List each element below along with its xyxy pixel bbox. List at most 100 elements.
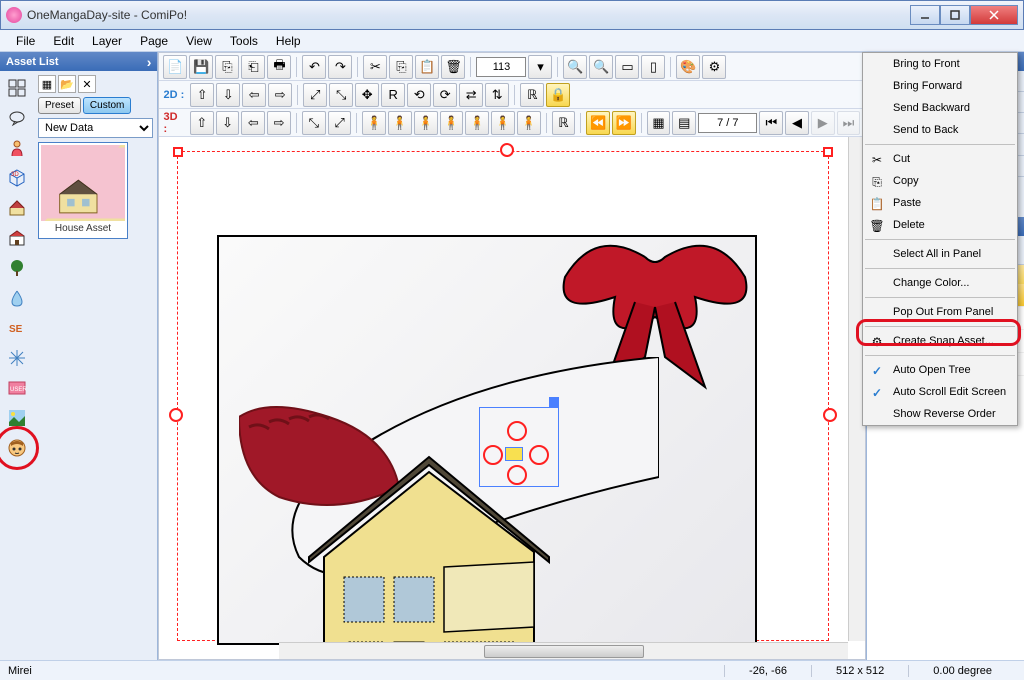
page-next-icon[interactable]: ▶ <box>811 111 835 135</box>
preset-button[interactable]: Preset <box>38 97 81 114</box>
print-icon[interactable]: 🖶 <box>267 55 291 79</box>
category-3d-icon[interactable]: 3D <box>4 165 30 191</box>
ctx-pop-out[interactable]: Pop Out From Panel <box>863 301 1017 323</box>
horizontal-scrollbar[interactable] <box>279 642 847 659</box>
pose1-icon[interactable]: 🧍 <box>362 111 386 135</box>
anim-next-icon[interactable]: ⏩ <box>612 111 636 135</box>
redo-icon[interactable]: ↷ <box>328 55 352 79</box>
ctx-copy[interactable]: ⎘Copy <box>863 170 1017 192</box>
zoom-in-icon[interactable]: 🔍 <box>589 55 613 79</box>
page-grid-icon[interactable]: ▦ <box>647 111 671 135</box>
ctx-create-snap-asset[interactable]: ⚙Create Snap Asset... <box>863 330 1017 352</box>
settings-icon[interactable]: ⚙ <box>702 55 726 79</box>
menu-page[interactable]: Page <box>132 32 176 50</box>
new-icon[interactable]: 📄 <box>163 55 187 79</box>
ctx-bring-forward[interactable]: Bring Forward <box>863 75 1017 97</box>
category-tree-icon[interactable] <box>4 255 30 281</box>
minimize-button[interactable] <box>910 5 940 25</box>
category-bg-icon[interactable] <box>4 405 30 431</box>
move-icon[interactable]: ✥ <box>355 83 379 107</box>
asset-delete-icon[interactable]: ✕ <box>78 75 96 93</box>
scale-up-icon[interactable]: ⤢ <box>303 83 327 107</box>
ctx-auto-scroll[interactable]: ✓Auto Scroll Edit Screen <box>863 381 1017 403</box>
page-first-icon[interactable]: ⏮ <box>759 111 783 135</box>
paste-icon[interactable]: 📋 <box>415 55 439 79</box>
page-prev-icon[interactable]: ◀ <box>785 111 809 135</box>
cut-icon[interactable]: ✂ <box>363 55 387 79</box>
menu-edit[interactable]: Edit <box>45 32 82 50</box>
custom-button[interactable]: Custom <box>83 97 131 114</box>
category-house-icon[interactable] <box>4 195 30 221</box>
category-balloon-icon[interactable] <box>4 105 30 131</box>
asset-folder-icon[interactable]: 📂 <box>58 75 76 93</box>
arrow-left-icon[interactable]: ⇦ <box>242 83 266 107</box>
sel-mid-right[interactable] <box>823 408 837 422</box>
flip-v-icon[interactable]: ⇅ <box>485 83 509 107</box>
maximize-button[interactable] <box>940 5 970 25</box>
export-icon[interactable]: ⎘ <box>215 55 239 79</box>
close-button[interactable] <box>970 5 1018 25</box>
category-water-icon[interactable] <box>4 285 30 311</box>
ctx-send-to-back[interactable]: Send to Back <box>863 119 1017 141</box>
3d-down-icon[interactable]: ⇩ <box>216 111 240 135</box>
3d-zoom-in-icon[interactable]: ⤡ <box>302 111 326 135</box>
category-panel-icon[interactable] <box>4 75 30 101</box>
layer-r-icon[interactable]: ℝ <box>520 83 544 107</box>
fit-icon[interactable]: ▭ <box>615 55 639 79</box>
page-last-icon[interactable]: ⏭ <box>837 111 861 135</box>
3d-right-icon[interactable]: ⇨ <box>267 111 291 135</box>
undo-icon[interactable]: ↶ <box>302 55 326 79</box>
ctx-delete[interactable]: 🗑Delete <box>863 214 1017 236</box>
arrow-right-icon[interactable]: ⇨ <box>268 83 292 107</box>
category-user-icon[interactable]: USER <box>4 375 30 401</box>
category-se-icon[interactable]: SE <box>4 315 30 341</box>
rotate-ccw-icon[interactable]: ⟲ <box>407 83 431 107</box>
category-building-icon[interactable] <box>4 225 30 251</box>
zoom-out-icon[interactable]: 🔍 <box>563 55 587 79</box>
zoom-dropdown-icon[interactable]: ▾ <box>528 55 552 79</box>
sel-handle-tr[interactable] <box>823 147 833 157</box>
page-add-icon[interactable]: ▤ <box>672 111 696 135</box>
3d-zoom-out-icon[interactable]: ⤢ <box>328 111 352 135</box>
pose5-icon[interactable]: 🧍 <box>465 111 489 135</box>
arrow-up-icon[interactable]: ⇧ <box>190 83 214 107</box>
color-icon[interactable]: 🎨 <box>676 55 700 79</box>
category-face-icon[interactable] <box>4 435 30 461</box>
3d-up-icon[interactable]: ⇧ <box>190 111 214 135</box>
ctx-auto-open-tree[interactable]: ✓Auto Open Tree <box>863 359 1017 381</box>
pose6-icon[interactable]: 🧍 <box>491 111 515 135</box>
category-character-icon[interactable] <box>4 135 30 161</box>
asset-data-dropdown[interactable]: New Data <box>38 118 153 138</box>
menu-view[interactable]: View <box>178 32 220 50</box>
flip-h-icon[interactable]: ⇄ <box>459 83 483 107</box>
ctx-send-backward[interactable]: Send Backward <box>863 97 1017 119</box>
pose7-icon[interactable]: 🧍 <box>517 111 541 135</box>
pose4-icon[interactable]: 🧍 <box>440 111 464 135</box>
pose2-icon[interactable]: 🧍 <box>388 111 412 135</box>
rotate-cw-icon[interactable]: ⟳ <box>433 83 457 107</box>
inner-sel-handle[interactable] <box>549 397 559 407</box>
panel-collapse-icon[interactable]: › <box>147 54 152 70</box>
anim-prev-icon[interactable]: ⏪ <box>586 111 610 135</box>
3d-left-icon[interactable]: ⇦ <box>241 111 265 135</box>
canvas-viewport[interactable] <box>159 137 864 659</box>
inner-selection-center[interactable] <box>505 447 523 461</box>
ctx-reverse-order[interactable]: Show Reverse Order <box>863 403 1017 425</box>
trash-icon[interactable]: 🗑 <box>441 55 465 79</box>
ctx-change-color[interactable]: Change Color... <box>863 272 1017 294</box>
sel-handle-tl[interactable] <box>173 147 183 157</box>
reset-icon[interactable]: R <box>381 83 405 107</box>
ctx-bring-to-front[interactable]: Bring to Front <box>863 53 1017 75</box>
asset-thumbnail[interactable]: House Asset <box>38 142 128 239</box>
copy-icon[interactable]: ⎘ <box>389 55 413 79</box>
menu-layer[interactable]: Layer <box>84 32 130 50</box>
ctx-cut[interactable]: ✂Cut <box>863 148 1017 170</box>
import-icon[interactable]: ⎗ <box>241 55 265 79</box>
sel-rotate-top[interactable] <box>500 143 514 157</box>
save-icon[interactable]: 💾 <box>189 55 213 79</box>
scale-down-icon[interactable]: ⤡ <box>329 83 353 107</box>
ctx-select-all[interactable]: Select All in Panel <box>863 243 1017 265</box>
zoom-input[interactable] <box>476 57 526 77</box>
fitpage-icon[interactable]: ▯ <box>641 55 665 79</box>
menu-file[interactable]: File <box>8 32 43 50</box>
